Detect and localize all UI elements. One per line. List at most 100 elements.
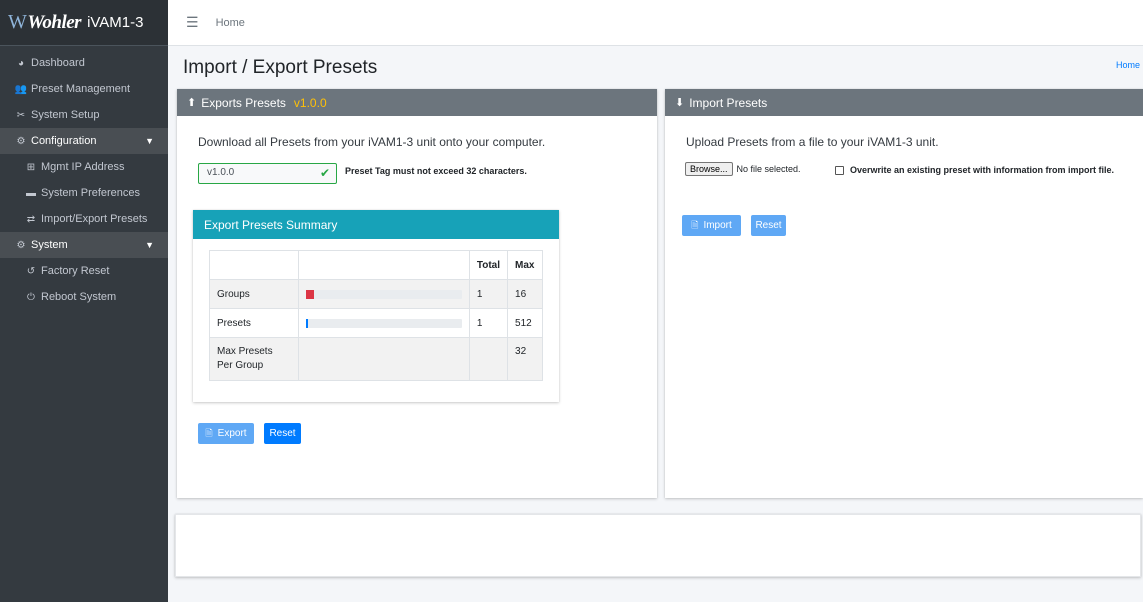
table-header-row: Total Max <box>209 250 543 280</box>
import-reset-button[interactable]: Reset <box>751 215 786 236</box>
page-title: Import / Export Presets <box>183 57 378 78</box>
table-row: Groups 1 16 <box>209 279 543 309</box>
import-card-header: ⬇ Import Presets <box>665 89 1143 116</box>
overwrite-label[interactable]: Overwrite an existing preset with inform… <box>850 164 1135 176</box>
reset-button-label: Reset <box>269 428 296 439</box>
row-label: Max Presets Per Group <box>209 337 299 381</box>
top-home-link[interactable]: Home <box>216 17 245 29</box>
export-summary-title: Export Presets Summary <box>193 210 559 239</box>
export-summary-card: Export Presets Summary Total Max Groups <box>193 210 559 402</box>
top-navbar: ☰ Home <box>168 0 1143 46</box>
import-button[interactable]: 🗎 Import <box>682 215 741 236</box>
sidebar-item-label: Configuration <box>31 135 97 147</box>
file-input[interactable]: Browse... No file selected. <box>685 162 801 176</box>
tools-icon: ✂ <box>16 109 26 121</box>
footer-panel <box>175 514 1141 577</box>
sidebar-item-system-setup[interactable]: ✂ System Setup <box>0 102 168 128</box>
brand-product: iVAM1-3 <box>87 14 144 31</box>
sidebar-item-label: Dashboard <box>31 57 85 69</box>
row-total: 1 <box>468 279 509 309</box>
table-row: Max Presets Per Group 32 <box>209 337 543 381</box>
sidebar-item-system-preferences[interactable]: ▬ System Preferences <box>0 180 168 206</box>
groups-progress-bar <box>305 289 462 299</box>
row-label: Presets <box>209 308 299 338</box>
brand-logo-text: Wohler <box>27 12 82 33</box>
sidebar-item-dashboard[interactable]: ◕ Dashboard <box>0 50 168 76</box>
groups-progress-fill <box>305 289 314 299</box>
sidebar-item-mgmt-ip-address[interactable]: ⊞ Mgmt IP Address <box>0 154 168 180</box>
sidebar-item-label: Preset Management <box>31 83 131 95</box>
export-summary-table: Total Max Groups 1 16 Presets 1 512 Max … <box>209 250 543 381</box>
export-presets-card: ⬆ Exports Presets v1.0.0 Download all Pr… <box>177 89 657 498</box>
preset-tag-input[interactable]: v1.0.0 ✔ <box>198 163 337 184</box>
sidebar-item-label: Factory Reset <box>41 265 110 277</box>
import-description: Upload Presets from a file to your iVAM1… <box>686 135 939 149</box>
column-header <box>297 250 470 280</box>
sidebar-item-reboot-system[interactable]: ⏻ Reboot System <box>0 284 168 310</box>
brand-logo: WWohler <box>8 11 82 34</box>
export-button-label: Export <box>217 428 247 439</box>
export-version-label: v1.0.0 <box>293 95 327 110</box>
chevron-down-icon: ▼ <box>145 136 154 146</box>
reset-button-label: Reset <box>755 220 782 231</box>
chevron-down-icon: ▼ <box>145 240 154 250</box>
overwrite-checkbox[interactable] <box>835 166 844 175</box>
column-header-total: Total <box>468 250 509 280</box>
sidebar-item-configuration[interactable]: ⚙ Configuration ▼ <box>0 128 168 154</box>
check-icon: ✔ <box>319 166 330 180</box>
preset-tag-value: v1.0.0 <box>207 167 235 178</box>
download-icon: ⬇ <box>675 97 685 109</box>
sidebar: WWohler iVAM1-3 ◕ Dashboard 👥 Preset Man… <box>0 0 168 602</box>
row-max: 512 <box>507 308 543 338</box>
file-status: No file selected. <box>736 164 801 174</box>
table-row: Presets 1 512 <box>209 308 543 338</box>
power-icon: ⏻ <box>27 291 35 303</box>
users-icon: 👥 <box>14 83 28 95</box>
groups-progress-cell <box>297 279 470 309</box>
tachometer-icon: ◕ <box>17 57 25 69</box>
export-reset-button[interactable]: Reset <box>264 423 301 444</box>
presets-progress-bar <box>305 318 462 328</box>
sidebar-item-label: System <box>31 239 68 251</box>
export-card-header: ⬆ Exports Presets v1.0.0 <box>177 89 657 116</box>
preset-tag-note: Preset Tag must not exceed 32 characters… <box>345 166 527 176</box>
exchange-icon: ⇄ <box>26 213 36 225</box>
column-header <box>209 250 299 280</box>
row-total <box>468 337 509 381</box>
sidebar-item-label: Import/Export Presets <box>41 213 148 225</box>
import-card-title: Import Presets <box>689 95 768 110</box>
sidebar-item-factory-reset[interactable]: ↺ Factory Reset <box>0 258 168 284</box>
file-icon: 🗎 <box>691 219 699 230</box>
row-label: Groups <box>209 279 299 309</box>
row-max: 32 <box>507 337 543 381</box>
browse-button[interactable]: Browse... <box>685 162 733 176</box>
sidebar-item-import-export-presets[interactable]: ⇄ Import/Export Presets <box>0 206 168 232</box>
wohler-w-icon: W <box>8 11 27 33</box>
export-card-title: Exports Presets <box>201 95 286 110</box>
presets-progress-fill <box>305 318 308 328</box>
empty-cell <box>297 337 470 381</box>
sidebar-item-label: System Setup <box>31 109 100 121</box>
export-button[interactable]: 🗎 Export <box>198 423 254 444</box>
hamburger-menu-icon[interactable]: ☰ <box>186 14 199 31</box>
keyboard-icon: ▬ <box>26 187 36 199</box>
row-total: 1 <box>468 308 509 338</box>
sidebar-item-system[interactable]: ⚙ System ▼ <box>0 232 168 258</box>
undo-icon: ↺ <box>26 265 36 277</box>
row-max: 16 <box>507 279 543 309</box>
upload-icon: ⬆ <box>187 97 197 109</box>
network-icon: ⊞ <box>26 161 36 173</box>
sidebar-nav: ◕ Dashboard 👥 Preset Management ✂ System… <box>0 46 168 310</box>
sidebar-item-label: Mgmt IP Address <box>41 161 125 173</box>
import-presets-card: ⬇ Import Presets Upload Presets from a f… <box>665 89 1143 498</box>
cogs-icon: ⚙ <box>16 239 26 251</box>
sidebar-item-label: System Preferences <box>41 187 141 199</box>
sidebar-item-label: Reboot System <box>41 291 117 303</box>
file-icon: 🗎 <box>205 427 213 438</box>
brand[interactable]: WWohler iVAM1-3 <box>0 0 168 46</box>
presets-progress-cell <box>297 308 470 338</box>
import-button-label: Import <box>703 220 732 231</box>
breadcrumb-home-link[interactable]: Home <box>1116 60 1140 70</box>
export-description: Download all Presets from your iVAM1-3 u… <box>198 135 546 149</box>
sidebar-item-preset-management[interactable]: 👥 Preset Management <box>0 76 168 102</box>
